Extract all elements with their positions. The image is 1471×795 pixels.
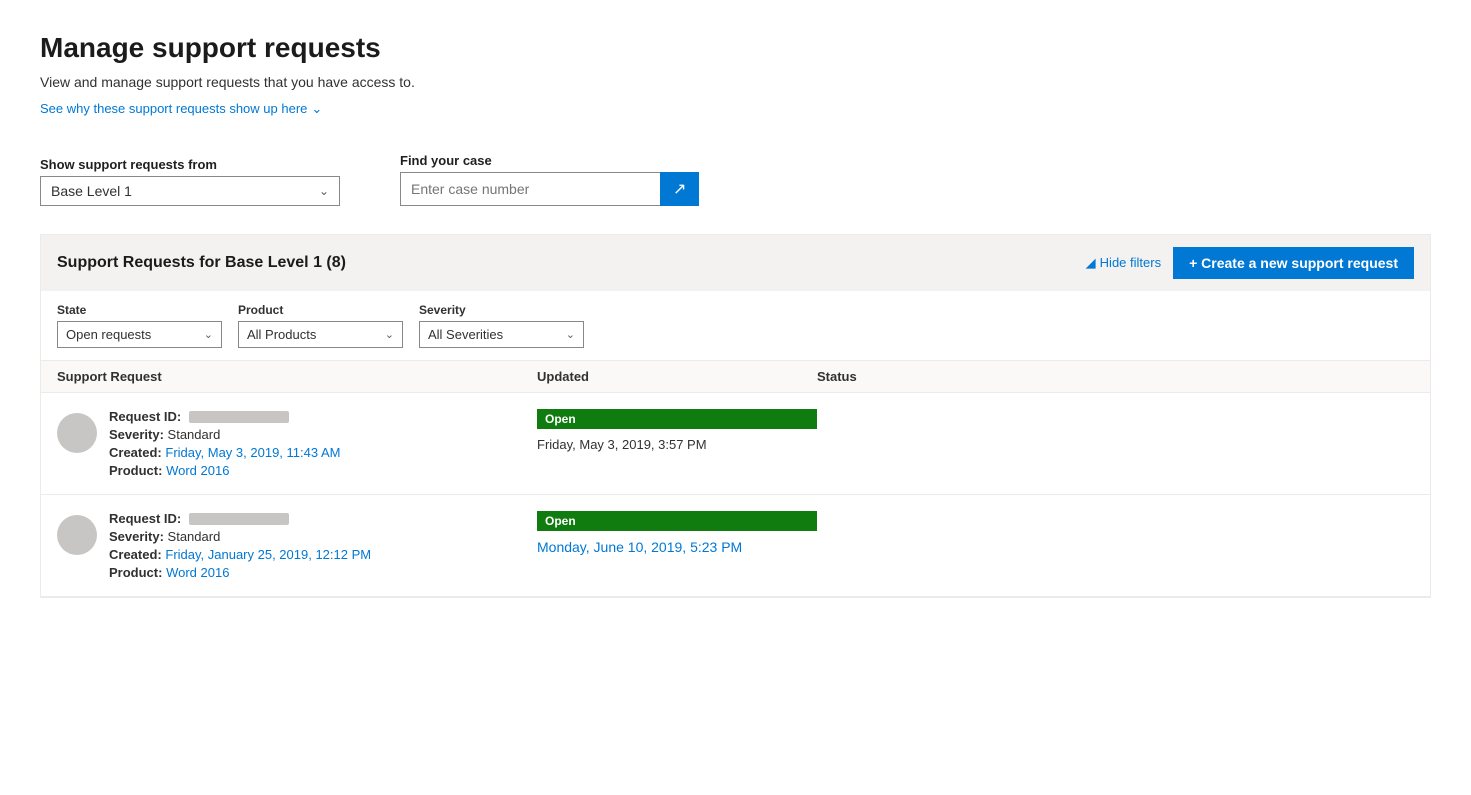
severity-value: Standard	[168, 427, 221, 442]
product-dropdown[interactable]: All Products ⌄	[238, 321, 403, 348]
find-case-group: Find your case ↗	[400, 153, 699, 206]
table-row[interactable]: Request ID: Severity: Standard Created: …	[41, 393, 1430, 495]
request-id-value	[189, 411, 289, 423]
updated-cell: Open Friday, May 3, 2019, 3:57 PM	[537, 409, 817, 452]
panel-header: Support Requests for Base Level 1 (8) ◢ …	[41, 235, 1430, 291]
severity-line: Severity: Standard	[109, 427, 340, 442]
product-value[interactable]: Word 2016	[166, 463, 229, 478]
col-status: Status	[817, 369, 1414, 384]
severity-label: Severity:	[109, 529, 164, 544]
request-id-line: Request ID:	[109, 511, 371, 526]
filter-icon: ◢	[1086, 255, 1096, 271]
product-filter: Product All Products ⌄	[238, 303, 403, 348]
request-details-cell: Request ID: Severity: Standard Created: …	[57, 511, 537, 580]
updated-cell: Open Monday, June 10, 2019, 5:23 PM	[537, 511, 817, 555]
state-filter: State Open requests ⌄	[57, 303, 222, 348]
created-value[interactable]: Friday, May 3, 2019, 11:43 AM	[165, 445, 340, 460]
product-value[interactable]: Word 2016	[166, 565, 229, 580]
create-support-request-button[interactable]: + Create a new support request	[1173, 247, 1414, 279]
hide-filters-button[interactable]: ◢ Hide filters	[1086, 255, 1161, 271]
product-line: Product: Word 2016	[109, 565, 371, 580]
request-id-line: Request ID:	[109, 409, 340, 424]
created-label: Created:	[109, 445, 162, 460]
severity-label: Severity:	[109, 427, 164, 442]
created-line: Created: Friday, May 3, 2019, 11:43 AM	[109, 445, 340, 460]
avatar	[57, 515, 97, 555]
show-from-dropdown[interactable]: Base Level 1 ⌄	[40, 176, 340, 206]
why-link-text: See why these support requests show up h…	[40, 101, 307, 116]
product-filter-label: Product	[238, 303, 403, 317]
show-from-value: Base Level 1	[51, 183, 132, 199]
product-label: Product:	[109, 565, 162, 580]
created-label: Created:	[109, 547, 162, 562]
col-support-request: Support Request	[57, 369, 537, 384]
case-number-input[interactable]	[400, 172, 660, 206]
page-title: Manage support requests	[40, 32, 1431, 64]
status-badge: Open	[537, 409, 817, 429]
severity-filter-label: Severity	[419, 303, 584, 317]
panel-title: Support Requests for Base Level 1 (8)	[57, 254, 346, 272]
severity-filter: Severity All Severities ⌄	[419, 303, 584, 348]
status-badge: Open	[537, 511, 817, 531]
request-details-cell: Request ID: Severity: Standard Created: …	[57, 409, 537, 478]
avatar	[57, 413, 97, 453]
created-value[interactable]: Friday, January 25, 2019, 12:12 PM	[165, 547, 371, 562]
updated-date[interactable]: Monday, June 10, 2019, 5:23 PM	[537, 539, 817, 555]
severity-value: Standard	[168, 529, 221, 544]
table-rows: Request ID: Severity: Standard Created: …	[41, 393, 1430, 597]
page-subtitle: View and manage support requests that yo…	[40, 74, 1431, 90]
chevron-down-icon: ⌄	[311, 101, 322, 117]
product-line: Product: Word 2016	[109, 463, 340, 478]
product-label: Product:	[109, 463, 162, 478]
external-link-icon: ↗	[673, 179, 686, 199]
find-case-button[interactable]: ↗	[660, 172, 699, 206]
request-id-label: Request ID:	[109, 409, 181, 424]
find-case-row: ↗	[400, 172, 699, 206]
chevron-down-icon: ⌄	[204, 328, 213, 341]
request-info: Request ID: Severity: Standard Created: …	[109, 511, 371, 580]
filter-bar: State Open requests ⌄ Product All Produc…	[41, 291, 1430, 361]
requests-panel: Support Requests for Base Level 1 (8) ◢ …	[40, 234, 1431, 598]
show-from-label: Show support requests from	[40, 157, 340, 172]
show-from-group: Show support requests from Base Level 1 …	[40, 157, 340, 206]
panel-header-actions: ◢ Hide filters + Create a new support re…	[1086, 247, 1414, 279]
top-filters-row: Show support requests from Base Level 1 …	[40, 153, 1431, 206]
state-filter-label: State	[57, 303, 222, 317]
chevron-down-icon: ⌄	[385, 328, 394, 341]
find-case-label: Find your case	[400, 153, 699, 168]
request-info: Request ID: Severity: Standard Created: …	[109, 409, 340, 478]
col-updated: Updated	[537, 369, 817, 384]
severity-dropdown-value: All Severities	[428, 327, 503, 342]
product-dropdown-value: All Products	[247, 327, 316, 342]
severity-dropdown[interactable]: All Severities ⌄	[419, 321, 584, 348]
table-row[interactable]: Request ID: Severity: Standard Created: …	[41, 495, 1430, 597]
why-link[interactable]: See why these support requests show up h…	[40, 101, 322, 117]
updated-date: Friday, May 3, 2019, 3:57 PM	[537, 437, 817, 452]
request-id-value	[189, 513, 289, 525]
hide-filters-label: Hide filters	[1100, 255, 1161, 270]
chevron-down-icon: ⌄	[566, 328, 575, 341]
table-header: Support Request Updated Status	[41, 361, 1430, 393]
state-dropdown-value: Open requests	[66, 327, 151, 342]
chevron-down-icon: ⌄	[319, 184, 329, 198]
severity-line: Severity: Standard	[109, 529, 371, 544]
request-id-label: Request ID:	[109, 511, 181, 526]
state-dropdown[interactable]: Open requests ⌄	[57, 321, 222, 348]
created-line: Created: Friday, January 25, 2019, 12:12…	[109, 547, 371, 562]
